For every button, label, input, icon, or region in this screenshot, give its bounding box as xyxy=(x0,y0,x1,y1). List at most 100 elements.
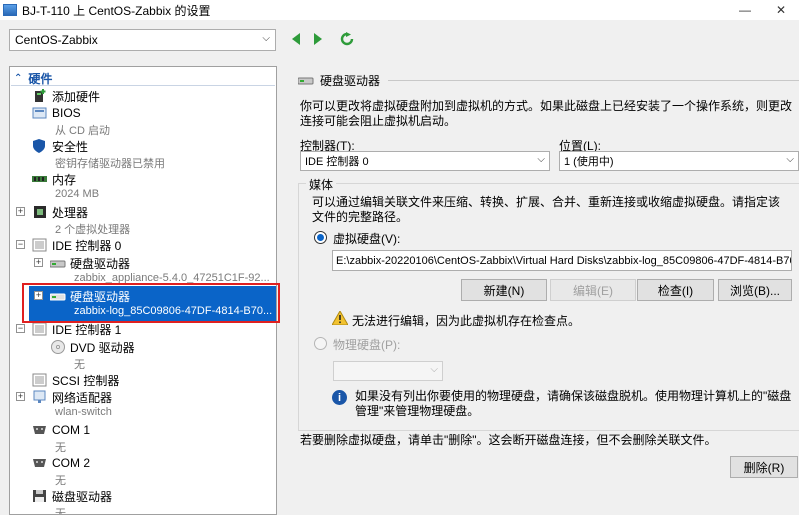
add-hardware-icon xyxy=(35,89,46,102)
com-port-icon xyxy=(33,426,46,434)
section-title: 硬盘驱动器 xyxy=(320,74,381,88)
vm-select[interactable]: CentOS-Zabbix ⌵ xyxy=(9,29,276,51)
chevron-down-icon: ⌵ xyxy=(537,154,545,165)
tree-item-label: 安全性 xyxy=(52,139,89,154)
tree-item-label: IDE 控制器 1 xyxy=(52,322,122,337)
tree-item-com1[interactable]: COM 1 xyxy=(32,422,90,438)
tree-item-label: COM 1 xyxy=(52,423,91,437)
tree-item-label: IDE 控制器 0 xyxy=(52,238,122,253)
location-select[interactable]: 1 (使用中) ⌵ xyxy=(559,151,799,171)
tree-item-label: 添加硬件 xyxy=(52,89,101,104)
tree-item-bios[interactable]: BIOS xyxy=(32,105,81,121)
location-select-value: 1 (使用中) xyxy=(564,156,614,168)
chevron-down-icon: ⌵ xyxy=(786,154,794,165)
tree-item-subtext: wlan-switch xyxy=(55,406,112,418)
tree-item-label: SCSI 控制器 xyxy=(52,373,120,388)
tree-item-subtext: 2 个虚拟处理器 xyxy=(55,224,131,236)
warning-text: 无法进行编辑，因为此虚拟机存在检查点。 xyxy=(352,314,581,328)
vm-select-value: CentOS-Zabbix xyxy=(15,33,98,47)
shield-icon xyxy=(33,139,45,153)
tree-item-subtext: 无 xyxy=(55,475,66,487)
tree-item-disk-drive[interactable]: 磁盘驱动器 xyxy=(32,488,112,504)
title-bar: BJ-T-110 上 CentOS-Zabbix 的设置 — ✕ xyxy=(0,0,799,20)
physical-disk-label: 物理硬盘(P): xyxy=(333,338,401,352)
tree-item-network-adapter[interactable]: + 网络适配器 xyxy=(16,389,113,405)
tree-item-label: DVD 驱动器 xyxy=(70,340,135,355)
tree-item-subtext: 无 xyxy=(55,508,66,515)
close-button[interactable]: ✕ xyxy=(763,0,799,20)
collapse-up-icon[interactable]: ⌃ xyxy=(14,73,22,84)
tree-header-divider xyxy=(11,85,275,86)
info-text: 如果没有列出你要使用的物理硬盘，请确保该磁盘脱机。使用物理计算机上的"磁盘管理"… xyxy=(355,389,792,418)
expand-icon[interactable]: + xyxy=(16,392,25,401)
tree-item-label: 硬盘驱动器 xyxy=(70,256,131,271)
tree-item-processor[interactable]: + 处理器 xyxy=(16,204,89,220)
tree-item-subtext: 无 xyxy=(55,442,66,454)
inspect-button[interactable]: 检查(I) xyxy=(637,279,714,301)
edit-button[interactable]: 编辑(E) xyxy=(550,279,636,301)
tree-item-label: 磁盘驱动器 xyxy=(52,489,113,504)
physical-disk-select[interactable]: ⌵ xyxy=(333,361,443,381)
back-arrow-icon[interactable] xyxy=(289,32,303,46)
tree-item-hard-drive-1[interactable]: + 硬盘驱动器 xyxy=(34,255,131,271)
physical-disk-radio[interactable] xyxy=(314,337,327,350)
detail-panel: 硬盘驱动器 你可以更改将虚拟硬盘附加到虚拟机的方式。如果此磁盘上已经安装了一个操… xyxy=(288,66,799,515)
info-icon: i xyxy=(332,390,347,405)
virtual-disk-label: 虚拟硬盘(V): xyxy=(333,232,401,246)
window-title: BJ-T-110 上 CentOS-Zabbix 的设置 xyxy=(22,3,211,18)
tree-item-subtext: 2024 MB xyxy=(55,188,100,200)
collapse-icon[interactable]: − xyxy=(16,324,25,333)
memory-icon xyxy=(32,176,47,182)
tree-item-subtext: 无 xyxy=(74,359,85,371)
tree-item-label: COM 2 xyxy=(52,456,91,470)
hard-drive-icon xyxy=(50,260,66,268)
bios-icon xyxy=(32,107,47,119)
expand-icon[interactable]: + xyxy=(34,258,43,267)
processor-icon xyxy=(34,206,46,218)
network-icon xyxy=(33,390,46,403)
tree-item-add-hardware[interactable]: 添加硬件 xyxy=(32,88,100,104)
section-divider xyxy=(388,80,799,81)
media-description: 可以通过编辑关联文件来压缩、转换、扩展、合并、重新连接或收缩虚拟硬盘。请指定该文… xyxy=(312,195,781,224)
controller-icon xyxy=(32,322,47,336)
tree-item-label: 处理器 xyxy=(52,205,89,220)
section-header: 硬盘驱动器 xyxy=(298,72,380,89)
warning-icon xyxy=(332,311,348,325)
tree-item-com2[interactable]: COM 2 xyxy=(32,455,90,471)
description-text: 你可以更改将虚拟硬盘附加到虚拟机的方式。如果此磁盘上已经安装了一个操作系统，则更… xyxy=(300,99,793,128)
vhd-path-value: E:\zabbix-20220106\CentOS-Zabbix\Virtual… xyxy=(336,254,792,267)
expand-icon[interactable]: + xyxy=(16,207,25,216)
refresh-icon[interactable] xyxy=(340,32,354,46)
chevron-down-icon: ⌵ xyxy=(430,364,438,375)
tree-item-label: 内存 xyxy=(52,172,77,187)
tree-item-ide-controller-1[interactable]: − IDE 控制器 1 xyxy=(16,321,122,337)
browse-button[interactable]: 浏览(B)... xyxy=(718,279,792,301)
tree-item-subtext: 从 CD 启动 xyxy=(55,125,110,137)
forward-arrow-icon[interactable] xyxy=(311,32,325,46)
controller-select-value: IDE 控制器 0 xyxy=(305,156,369,168)
vhd-path-input[interactable]: E:\zabbix-20220106\CentOS-Zabbix\Virtual… xyxy=(332,250,792,271)
tree-item-label: BIOS xyxy=(52,106,81,120)
new-button[interactable]: 新建(N) xyxy=(461,279,547,301)
collapse-icon[interactable]: − xyxy=(16,240,25,249)
remove-button[interactable]: 删除(R) xyxy=(730,456,798,478)
virtual-disk-radio[interactable] xyxy=(314,231,327,244)
tree-item-security[interactable]: 安全性 xyxy=(32,138,88,154)
dvd-icon xyxy=(51,340,65,354)
tree-item-dvd-drive[interactable]: DVD 驱动器 xyxy=(50,339,135,355)
highlight-box xyxy=(22,283,280,323)
controller-icon xyxy=(32,238,47,252)
floppy-icon xyxy=(33,490,46,502)
minimize-button[interactable]: — xyxy=(727,0,763,20)
com-port-icon xyxy=(33,459,46,467)
chevron-down-icon: ⌵ xyxy=(262,33,270,44)
tree-item-subtext: 密钥存储驱动器已禁用 xyxy=(55,158,165,170)
tree-item-scsi-controller[interactable]: SCSI 控制器 xyxy=(32,372,119,388)
controller-icon xyxy=(32,373,47,387)
tree-item-label: 网络适配器 xyxy=(52,390,113,405)
tree-item-ide-controller-0[interactable]: − IDE 控制器 0 xyxy=(16,237,122,253)
tree-item-memory[interactable]: 内存 xyxy=(32,171,76,187)
app-icon xyxy=(3,4,17,16)
controller-select[interactable]: IDE 控制器 0 ⌵ xyxy=(300,151,550,171)
hard-drive-icon xyxy=(298,77,314,84)
